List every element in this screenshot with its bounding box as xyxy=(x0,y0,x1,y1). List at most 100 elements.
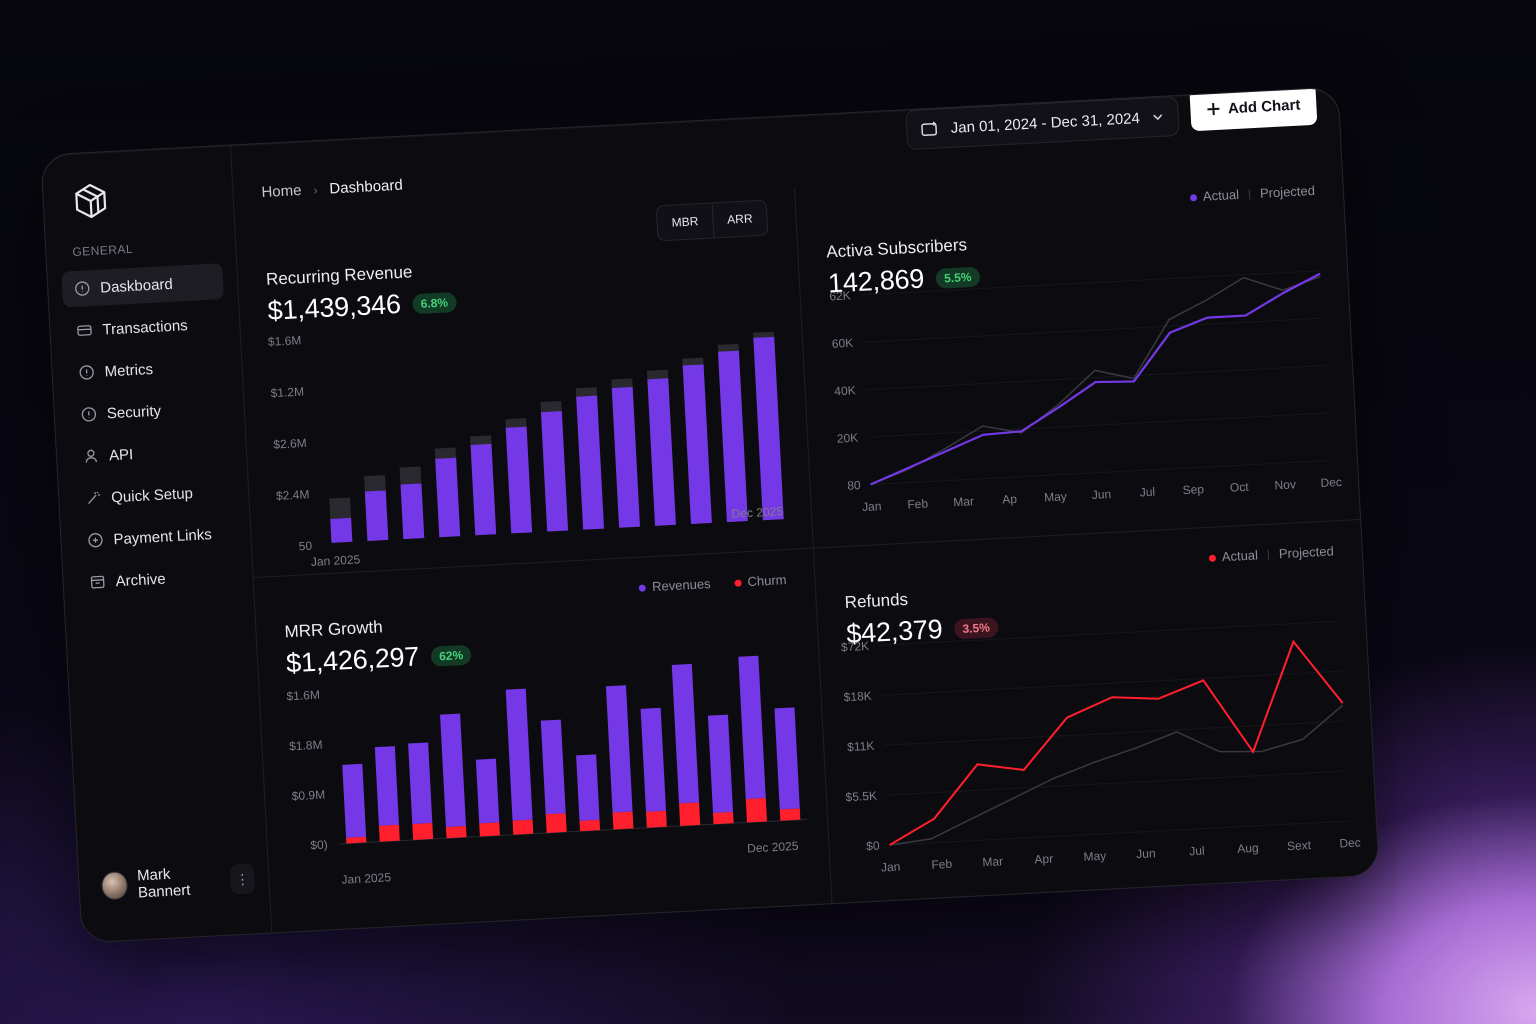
bar-revenues xyxy=(774,707,800,810)
refunds-chart: $72K $18K $11K $5.5K $0Jan Feb Mar Apr May Jun Jul… xyxy=(841,620,1361,875)
x-tick-label: Jan xyxy=(862,499,882,514)
bar-actual xyxy=(647,378,676,526)
chevron-down-icon xyxy=(1153,114,1163,121)
avatar xyxy=(100,871,129,901)
add-chart-button[interactable]: Add Chart xyxy=(1188,86,1318,132)
bar-churn xyxy=(612,811,634,830)
bar-churn xyxy=(512,819,534,835)
y-tick-label: $0.9M xyxy=(291,788,325,804)
x-tick-label: Feb xyxy=(907,497,929,512)
y-tick-label: $2.4M xyxy=(276,487,310,503)
recurring-revenue-chart: $1.6M $1.2M $2.6M $2.4M 50Jan 2025 Dec 2025 xyxy=(268,331,784,569)
x-end-label: Dec 2025 xyxy=(747,839,799,856)
archive-icon xyxy=(89,574,106,591)
x-tick-label: Ap xyxy=(1002,492,1018,507)
sidebar-item-archive[interactable]: Archive xyxy=(77,557,240,601)
bar-actual xyxy=(435,457,461,538)
user-profile[interactable]: Mark Bannert ⋮ xyxy=(100,861,256,903)
x-tick-label: Jul xyxy=(1189,844,1205,859)
sidebar-item-daskboard[interactable]: Daskboard xyxy=(61,263,225,308)
info-circle-icon xyxy=(74,280,91,297)
info-circle-icon xyxy=(78,364,95,381)
main-content: Home › Dashboard Jan 01, 2024 - Dec 31, … xyxy=(231,86,1379,933)
bar-actual xyxy=(753,336,784,521)
breadcrumb-separator: › xyxy=(313,182,318,197)
y-tick-label: $72K xyxy=(841,639,870,654)
bar-revenues xyxy=(540,719,566,815)
bar-actual xyxy=(682,364,712,525)
breadcrumb-home[interactable]: Home xyxy=(261,182,302,201)
app-logo xyxy=(75,183,107,219)
sidebar-item-api[interactable]: API xyxy=(70,431,233,475)
date-range-picker[interactable]: Jan 01, 2024 - Dec 31, 2024 xyxy=(904,95,1180,151)
bar-actual xyxy=(718,350,748,523)
bar-revenues xyxy=(738,655,766,800)
bar-actual xyxy=(470,443,497,536)
sidebar-item-label: API xyxy=(108,445,134,464)
y-tick-label: 60K xyxy=(831,336,853,351)
gridline xyxy=(868,412,1328,438)
x-tick-label: Jan xyxy=(881,860,901,875)
wand-icon xyxy=(85,490,102,507)
person-icon xyxy=(83,448,100,465)
bar-churn xyxy=(346,836,367,844)
date-range-value: Jan 01, 2024 - Dec 31, 2024 xyxy=(950,109,1141,137)
y-tick-label: 62K xyxy=(829,288,851,303)
line-projected xyxy=(889,704,1344,846)
x-tick-label: Dec xyxy=(1339,835,1361,850)
gridline xyxy=(881,670,1342,696)
user-name: Mark Bannert xyxy=(136,865,191,902)
bar-churn xyxy=(479,822,500,837)
bar-actual xyxy=(400,483,425,540)
y-tick-label: 40K xyxy=(834,383,856,398)
x-tick-label: Oct xyxy=(1230,480,1250,495)
section-label-general: GENERAL xyxy=(71,241,134,260)
bar-revenues xyxy=(576,754,600,821)
bar-actual xyxy=(576,395,605,530)
bar-actual xyxy=(505,426,533,534)
sidebar-item-payment-links[interactable]: Payment Links xyxy=(75,515,238,559)
sidebar-nav: Daskboard Transactions Metrics Security API Q… xyxy=(61,263,239,601)
sidebar-item-metrics[interactable]: Metrics xyxy=(66,347,229,391)
bar-churn xyxy=(713,811,734,825)
y-tick-label: $1.8M xyxy=(289,738,323,754)
x-tick-label: Feb xyxy=(931,857,953,872)
bar-revenues xyxy=(374,746,399,826)
bar-actual xyxy=(540,411,569,532)
bar-revenues xyxy=(440,713,466,827)
bar-revenues xyxy=(707,714,734,814)
x-tick-label: Jun xyxy=(1136,846,1156,861)
bar-revenues xyxy=(475,758,500,824)
bar-churn xyxy=(745,798,768,823)
bar-actual xyxy=(611,386,640,528)
y-tick-label: $2.6M xyxy=(273,436,307,452)
sidebar-item-label: Payment Links xyxy=(113,525,213,548)
y-tick-label: $11K xyxy=(847,739,875,754)
bar-churn xyxy=(445,825,467,839)
bar-churn xyxy=(645,810,667,828)
refunds-panel: Actual Projected Refunds $42,379 3.5% $7… xyxy=(812,518,1379,904)
card-icon xyxy=(76,322,93,339)
sidebar-item-security[interactable]: Security xyxy=(68,389,231,433)
gridline xyxy=(884,720,1344,746)
subscribers-panel: Actual Projected Activa Subscribers 142,… xyxy=(794,159,1361,548)
x-tick-label: Apr xyxy=(1034,852,1053,867)
baseline xyxy=(339,818,808,845)
y-tick-label: $1.2M xyxy=(270,385,304,401)
y-tick-label: $1.6M xyxy=(268,333,302,349)
bar-revenues xyxy=(342,763,367,838)
y-tick-label: $5.5K xyxy=(845,789,877,805)
sidebar-item-label: Archive xyxy=(115,570,167,590)
bar-revenues xyxy=(505,688,533,821)
x-start-label: Jan 2025 xyxy=(311,552,361,569)
sidebar-item-transactions[interactable]: Transactions xyxy=(64,305,227,349)
sidebar-item-quick-setup[interactable]: Quick Setup xyxy=(72,473,235,517)
y-tick-label: $0 xyxy=(866,839,880,854)
panel-grid: MBR ARR Recurring Revenue $1,439,346 6.8… xyxy=(235,159,1379,933)
gridline xyxy=(870,459,1331,486)
mrr-growth-chart: $1.6M $1.8M $0.9M $0) Jan 2025 Dec 2025 xyxy=(286,655,808,887)
x-tick-label: Mar xyxy=(982,854,1003,869)
user-menu-button[interactable]: ⋮ xyxy=(229,863,256,895)
subscribers-chart: 62K 60K 40K 20K 80Jan Feb Mar Ap May Jun Jul Sep Oct… xyxy=(829,270,1342,514)
x-tick-label: Mar xyxy=(953,494,974,509)
